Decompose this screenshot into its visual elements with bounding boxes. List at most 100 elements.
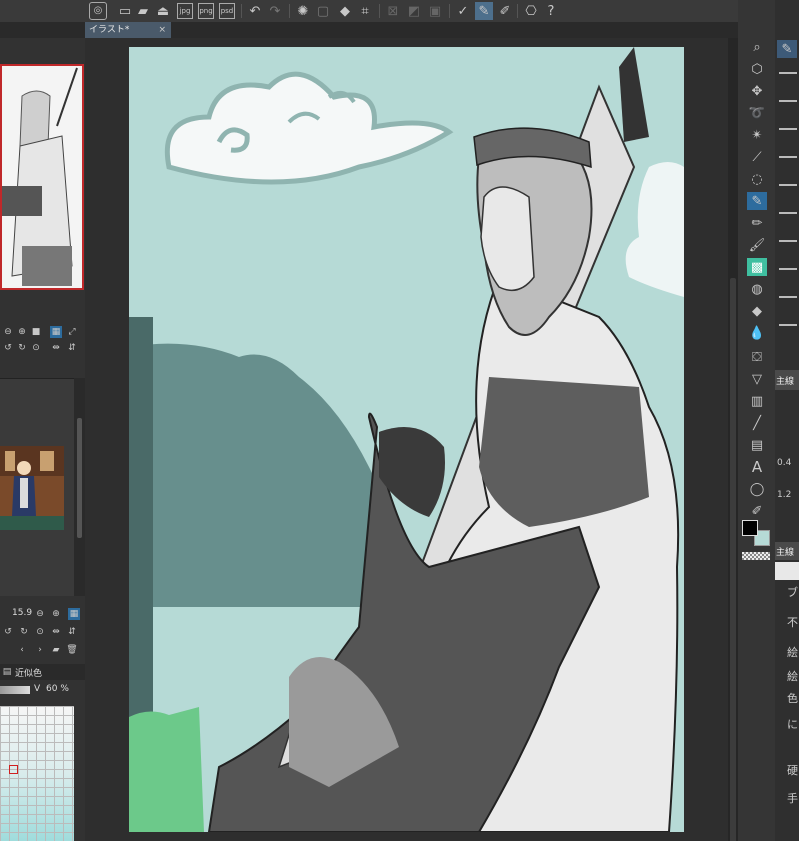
zoom-in-icon[interactable]: ⊕ bbox=[50, 608, 62, 620]
stop-icon[interactable]: ■ bbox=[30, 326, 42, 338]
zoom-out-icon[interactable]: ⊖ bbox=[34, 608, 46, 620]
navigator-controls: ⊖ ⊕ ■ ▦ ⤢ ↺ ↻ ⊙ ⇹ ⇵ bbox=[0, 322, 85, 358]
open-icon[interactable]: ▰ bbox=[135, 3, 151, 19]
magic-wand-icon[interactable]: ✴ bbox=[747, 126, 767, 144]
property-header: 主線 bbox=[775, 542, 799, 560]
brush-preview-3[interactable] bbox=[779, 128, 797, 130]
ruler-off-icon[interactable]: ⊠ bbox=[385, 3, 401, 19]
logo-icon[interactable]: ◎ bbox=[89, 2, 107, 20]
ruler-snap-icon[interactable]: ◩ bbox=[406, 3, 422, 19]
cube-icon[interactable]: ⎔ bbox=[523, 3, 539, 19]
brush-preview-10[interactable] bbox=[779, 324, 797, 326]
eraser-tool-icon[interactable]: ◆ bbox=[747, 302, 767, 320]
flip-icon[interactable]: ⤢ bbox=[66, 326, 78, 338]
brush-tool-icon[interactable]: 🖌 bbox=[747, 236, 767, 254]
document-tab[interactable]: イラスト* × bbox=[85, 22, 171, 38]
rotate-left-icon[interactable]: ↺ bbox=[2, 626, 14, 638]
clear-icon[interactable]: ▢ bbox=[315, 3, 331, 19]
brush-preview-2[interactable] bbox=[779, 100, 797, 102]
export-jpg-icon[interactable]: jpg bbox=[177, 3, 193, 19]
ruler-grid-icon[interactable]: ▣ bbox=[427, 3, 443, 19]
sub-view-scrollbar[interactable] bbox=[74, 378, 85, 596]
fit-icon[interactable]: ▦ bbox=[50, 326, 62, 338]
zoom-in-icon[interactable]: ⊕ bbox=[16, 326, 28, 338]
pen-edit-icon[interactable]: ✐ bbox=[497, 3, 513, 19]
document-tab-title: イラスト* bbox=[89, 25, 130, 35]
export-png-icon[interactable]: png bbox=[198, 3, 214, 19]
eyedropper-icon[interactable]: ⟋ bbox=[747, 148, 767, 166]
flip-h-icon[interactable]: ⇹ bbox=[50, 626, 62, 638]
save-icon[interactable]: ⏏ bbox=[155, 3, 171, 19]
canvas-scrollbar[interactable] bbox=[728, 38, 738, 841]
foreground-color-swatch[interactable] bbox=[742, 520, 758, 536]
blend-tool-icon[interactable]: 💧 bbox=[747, 324, 767, 342]
tone-tool-icon[interactable]: ▩ bbox=[747, 258, 767, 276]
zoom-value: 15.9 bbox=[12, 608, 33, 618]
brush-preview-5[interactable] bbox=[779, 184, 797, 186]
canvas-area[interactable] bbox=[85, 38, 728, 841]
text-tool-icon[interactable]: A bbox=[747, 458, 767, 476]
sub-view-panel bbox=[0, 378, 74, 596]
gradient-tool-icon[interactable]: ▥ bbox=[747, 392, 767, 410]
color-set-icon[interactable]: ▤ bbox=[2, 666, 12, 678]
artwork-canvas[interactable] bbox=[129, 47, 684, 832]
similar-color-grid[interactable] bbox=[0, 706, 74, 841]
rotate-right-icon[interactable]: ↻ bbox=[16, 342, 28, 354]
undo-icon[interactable]: ↶ bbox=[247, 3, 263, 19]
frame-tool-icon[interactable]: ▤ bbox=[747, 436, 767, 454]
fill-tool-icon[interactable]: ⛋ bbox=[747, 348, 767, 366]
line-tool-icon[interactable]: ╱ bbox=[747, 414, 767, 432]
fill-icon[interactable]: ◆ bbox=[337, 3, 353, 19]
transparent-color-swatch[interactable] bbox=[742, 552, 770, 560]
correction-tool-icon[interactable]: ✐ bbox=[747, 502, 767, 520]
rotate-view-icon[interactable]: ◌ bbox=[747, 170, 767, 188]
reference-image[interactable] bbox=[0, 446, 64, 530]
fit-icon[interactable]: ▦ bbox=[68, 608, 80, 620]
scroll-thumb[interactable] bbox=[730, 278, 736, 841]
shape-tool-icon[interactable]: ▽ bbox=[747, 370, 767, 388]
navigator-thumbnail bbox=[2, 66, 82, 288]
zoom-tool-icon[interactable]: ⌕ bbox=[747, 38, 767, 56]
pen-stroke-icon[interactable]: ✎ bbox=[475, 2, 493, 20]
brush-preview-6[interactable] bbox=[779, 212, 797, 214]
object-tool-icon[interactable]: ⬡ bbox=[747, 60, 767, 78]
help-icon[interactable]: ? bbox=[543, 3, 559, 19]
brush-preview-8[interactable] bbox=[779, 268, 797, 270]
brush-preview-9[interactable] bbox=[779, 296, 797, 298]
lasso-tool-icon[interactable]: ➰ bbox=[747, 104, 767, 122]
airbrush-icon[interactable]: ◍ bbox=[747, 280, 767, 298]
export-psd-icon[interactable]: psd bbox=[219, 3, 235, 19]
busy-icon[interactable]: ✺ bbox=[295, 3, 311, 19]
navigator-preview[interactable] bbox=[0, 64, 84, 290]
flip-v-icon[interactable]: ⇵ bbox=[66, 342, 78, 354]
brush-opacity-value: 1.2 bbox=[777, 490, 792, 500]
color-tab-label[interactable]: 近似色 bbox=[15, 666, 42, 679]
brush-preview-4[interactable] bbox=[779, 156, 797, 158]
rotate-left-icon[interactable]: ↺ bbox=[2, 342, 14, 354]
property-header-label: 主線 bbox=[776, 548, 795, 558]
brush-preview-7[interactable] bbox=[779, 240, 797, 242]
new-file-icon[interactable]: ▭ bbox=[117, 3, 133, 19]
folder-icon[interactable]: ▰ bbox=[50, 644, 62, 656]
next-image-icon[interactable]: › bbox=[34, 644, 46, 656]
zoom-out-icon[interactable]: ⊖ bbox=[2, 326, 14, 338]
move-tool-icon[interactable]: ✥ bbox=[747, 82, 767, 100]
pen-tool-icon[interactable]: ✎ bbox=[747, 192, 767, 210]
balloon-tool-icon[interactable]: ◯ bbox=[747, 480, 767, 498]
trash-icon[interactable]: 🗑 bbox=[66, 644, 78, 656]
rotate-right-icon[interactable]: ↻ bbox=[18, 626, 30, 638]
pencil-tool-icon[interactable]: ✏ bbox=[747, 214, 767, 232]
prev-image-icon[interactable]: ‹ bbox=[16, 644, 28, 656]
left-header-strip bbox=[0, 22, 85, 38]
sub-tool-pen-icon[interactable]: ✎ bbox=[777, 40, 797, 58]
check-icon[interactable]: ✓ bbox=[455, 3, 471, 19]
flip-h-icon[interactable]: ⇹ bbox=[50, 342, 62, 354]
value-slider[interactable] bbox=[0, 686, 30, 694]
redo-icon[interactable]: ↷ bbox=[267, 3, 283, 19]
flip-v-icon[interactable]: ⇵ bbox=[66, 626, 78, 638]
close-tab-icon[interactable]: × bbox=[158, 22, 166, 38]
transform-icon[interactable]: ⌗ bbox=[357, 3, 373, 19]
reset-rotate-icon[interactable]: ⊙ bbox=[30, 342, 42, 354]
reset-icon[interactable]: ⊙ bbox=[34, 626, 46, 638]
brush-preview-1[interactable] bbox=[779, 72, 797, 74]
